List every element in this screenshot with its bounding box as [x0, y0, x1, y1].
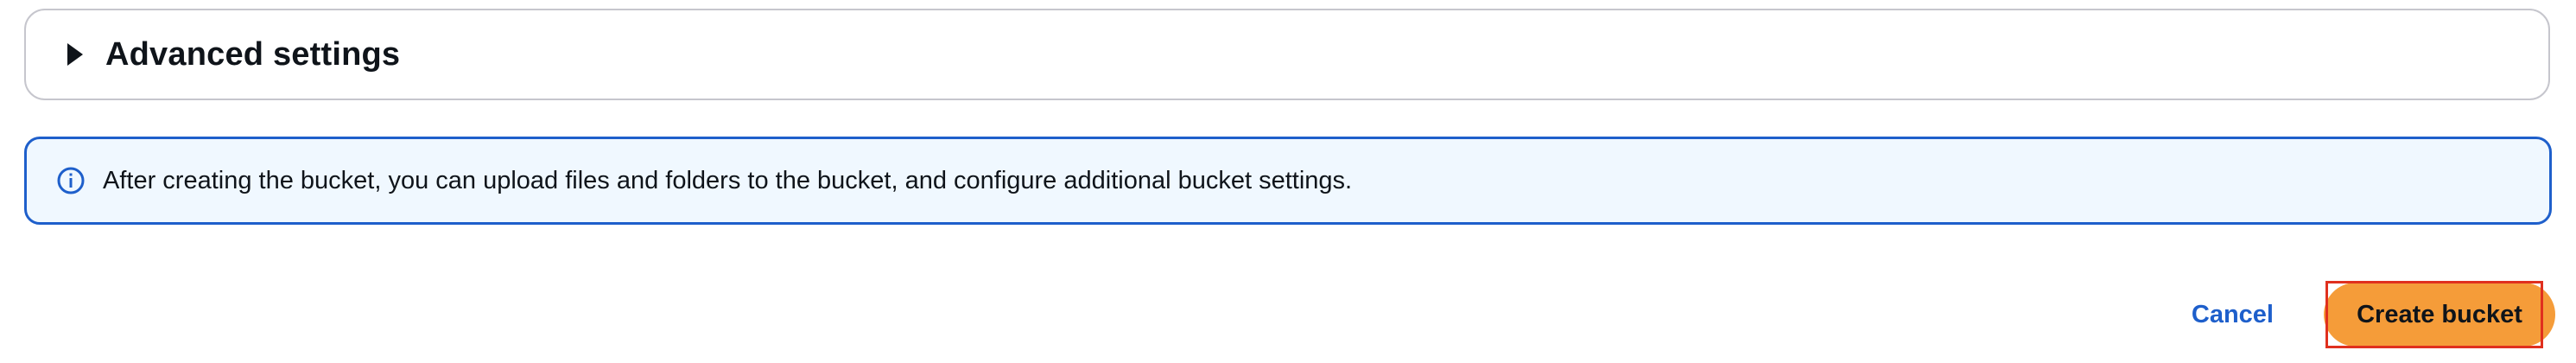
- create-bucket-button[interactable]: Create bucket: [2324, 283, 2555, 347]
- advanced-settings-panel: Advanced settings: [24, 9, 2550, 100]
- caret-right-icon: [67, 43, 83, 66]
- create-bucket-wrapper: Create bucket: [2324, 281, 2555, 348]
- info-icon: [57, 167, 85, 194]
- cancel-button[interactable]: Cancel: [2192, 301, 2274, 329]
- info-alert: After creating the bucket, you can uploa…: [24, 137, 2552, 225]
- advanced-settings-title: Advanced settings: [105, 35, 401, 73]
- form-actions: Cancel Create bucket: [2192, 281, 2555, 348]
- advanced-settings-toggle[interactable]: Advanced settings: [67, 20, 400, 89]
- info-alert-message: After creating the bucket, you can uploa…: [103, 166, 1353, 194]
